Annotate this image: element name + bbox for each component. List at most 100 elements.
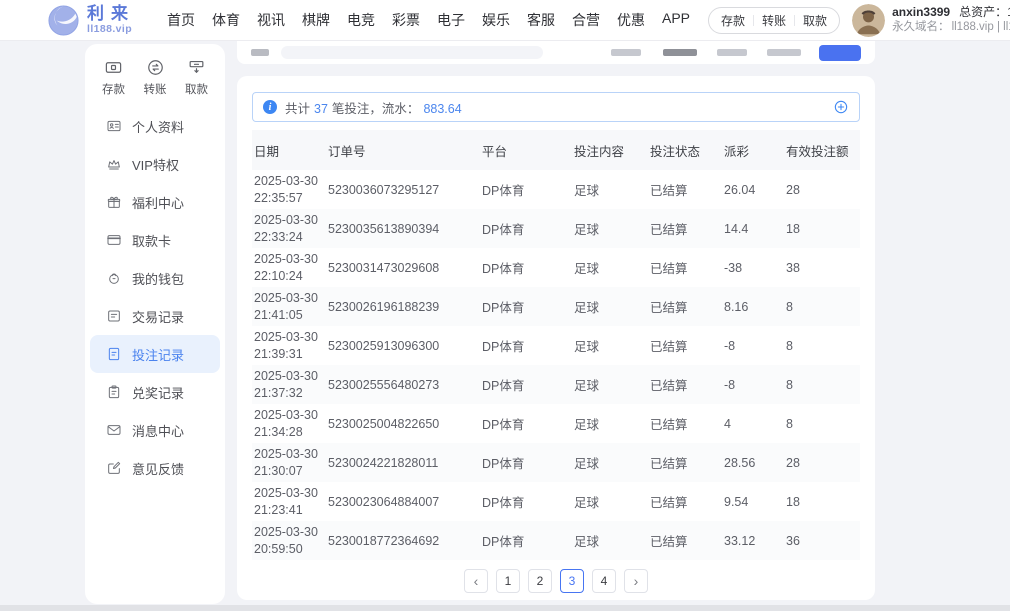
- shortcut-label: 取款: [185, 81, 208, 97]
- filter-option-cutoff[interactable]: [611, 49, 641, 56]
- wallet-pill-item[interactable]: 取款: [803, 12, 827, 29]
- cell-date: 2025-03-3022:10:24: [252, 248, 326, 287]
- cell-platform: DP体育: [480, 404, 572, 443]
- bet-time: 21:39:31: [254, 346, 322, 363]
- cell-date: 2025-03-3021:41:05: [252, 287, 326, 326]
- pagination-page[interactable]: 2: [528, 569, 552, 593]
- cell-platform: DP体育: [480, 170, 572, 209]
- sidebar-item-label: 消息中心: [132, 421, 184, 440]
- pagination-prev[interactable]: ‹: [464, 569, 488, 593]
- sidebar-menu: 个人资料 VIP特权福利中心取款卡我的钱包交易记录投注记录兑奖记录消息中心意见反馈: [85, 107, 225, 487]
- cell-date: 2025-03-3020:59:50: [252, 521, 326, 560]
- bet-date: 2025-03-30: [254, 173, 322, 190]
- cell-platform: DP体育: [480, 209, 572, 248]
- expand-circle-plus-icon[interactable]: [833, 99, 849, 115]
- cell-valid-bet-amount: 8: [784, 287, 860, 326]
- nav-item[interactable]: 电子: [437, 6, 465, 34]
- pagination-page[interactable]: 1: [496, 569, 520, 593]
- sidebar-item-bet-records[interactable]: 投注记录: [90, 335, 220, 373]
- bet-date: 2025-03-30: [254, 524, 322, 541]
- summary-prefix: 共计: [285, 102, 310, 116]
- cell-bet-status: 已结算: [648, 209, 722, 248]
- summary-text: 共计37笔投注，流水：883.64: [285, 98, 466, 117]
- cell-bet-status: 已结算: [648, 443, 722, 482]
- sidebar-item-bankcard[interactable]: 取款卡: [90, 221, 220, 259]
- bet-records-panel: i 共计37笔投注，流水：883.64 日期订单号平台投注内容投注状态派彩有效投…: [237, 76, 875, 600]
- info-icon: i: [263, 100, 277, 114]
- filter-option-cutoff[interactable]: [717, 49, 747, 56]
- cell-platform: DP体育: [480, 287, 572, 326]
- filter-option-cutoff[interactable]: [767, 49, 801, 56]
- table-row: 2025-03-3022:35:575230036073295127DP体育足球…: [252, 170, 860, 209]
- cell-order-number: 5230023064884007: [326, 482, 480, 521]
- nav-item[interactable]: 体育: [212, 6, 240, 34]
- sidebar-item-vip[interactable]: VIP特权: [90, 145, 220, 183]
- table-row: 2025-03-3021:39:315230025913096300DP体育足球…: [252, 326, 860, 365]
- nav-item[interactable]: 合营: [572, 6, 600, 34]
- wallet-pill-item[interactable]: 转账: [762, 12, 786, 29]
- sidebar-item-redeem[interactable]: 兑奖记录: [90, 373, 220, 411]
- sidebar-item-profile[interactable]: 个人资料: [90, 107, 220, 145]
- filter-option-cutoff[interactable]: [663, 49, 697, 56]
- transfer-icon: [146, 58, 165, 77]
- sidebar-item-feedback[interactable]: 意见反馈: [90, 449, 220, 487]
- nav-item[interactable]: 彩票: [392, 6, 420, 34]
- sidebar-item-wallet[interactable]: 我的钱包: [90, 259, 220, 297]
- pagination-next[interactable]: ›: [624, 569, 648, 593]
- brand-domain: ll188.vip: [87, 24, 135, 35]
- sidebar-item-label: 福利中心: [132, 193, 184, 212]
- brand-logo-icon: [48, 5, 79, 36]
- filter-input[interactable]: [281, 46, 543, 59]
- sidebar-item-message[interactable]: 消息中心: [90, 411, 220, 449]
- cell-bet-status: 已结算: [648, 482, 722, 521]
- assets-label: 总资产：: [959, 5, 1007, 19]
- cell-bet-status: 已结算: [648, 326, 722, 365]
- table-row: 2025-03-3021:23:415230023064884007DP体育足球…: [252, 482, 860, 521]
- sidebar-shortcut-deposit[interactable]: 存款: [102, 58, 125, 97]
- filter-submit-button[interactable]: [819, 45, 861, 61]
- nav-item[interactable]: 客服: [527, 6, 555, 34]
- wallet-pill-item[interactable]: 存款: [721, 12, 745, 29]
- nav-item[interactable]: 电竞: [347, 6, 375, 34]
- table-row: 2025-03-3022:33:245230035613890394DP体育足球…: [252, 209, 860, 248]
- nav-item[interactable]: 优惠: [617, 6, 645, 34]
- cell-valid-bet-amount: 8: [784, 326, 860, 365]
- column-header: 平台: [480, 130, 572, 170]
- pagination-page-active[interactable]: 3: [560, 569, 584, 593]
- cell-payout: 33.12: [722, 521, 784, 560]
- sidebar-item-welfare[interactable]: 福利中心: [90, 183, 220, 221]
- sidebar-shortcuts: 存款转账取款: [85, 58, 225, 97]
- user-block[interactable]: anxin3399 总资产：1363.49元 永久域名： ll188.vip |…: [852, 4, 1010, 37]
- nav-item[interactable]: APP: [662, 6, 690, 34]
- cell-order-number: 5230025004822650: [326, 404, 480, 443]
- sidebar-shortcut-withdraw[interactable]: 取款: [185, 58, 208, 97]
- cell-order-number: 5230018772364692: [326, 521, 480, 560]
- bet-date: 2025-03-30: [254, 446, 322, 463]
- cell-payout: 9.54: [722, 482, 784, 521]
- cell-payout: 14.4: [722, 209, 784, 248]
- column-header: 派彩: [722, 130, 784, 170]
- sidebar-item-label: 个人资料: [132, 117, 184, 136]
- cell-date: 2025-03-3021:37:32: [252, 365, 326, 404]
- brand-logo[interactable]: 利来 ll188.vip: [48, 5, 135, 36]
- wallet-icon: [106, 270, 122, 286]
- sidebar-shortcut-transfer[interactable]: 转账: [144, 58, 167, 97]
- cell-bet-content: 足球: [572, 209, 648, 248]
- filter-bar: [237, 41, 875, 64]
- nav-item[interactable]: 视讯: [257, 6, 285, 34]
- nav-item[interactable]: 首页: [167, 6, 195, 34]
- column-header: 投注内容: [572, 130, 648, 170]
- table-row: 2025-03-3020:59:505230018772364692DP体育足球…: [252, 521, 860, 560]
- sidebar-item-transactions[interactable]: 交易记录: [90, 297, 220, 335]
- cell-platform: DP体育: [480, 521, 572, 560]
- avatar[interactable]: [852, 4, 885, 37]
- nav-item[interactable]: 娱乐: [482, 6, 510, 34]
- cell-date: 2025-03-3021:30:07: [252, 443, 326, 482]
- table-body: 2025-03-3022:35:575230036073295127DP体育足球…: [252, 170, 860, 560]
- cell-valid-bet-amount: 28: [784, 170, 860, 209]
- cell-valid-bet-amount: 28: [784, 443, 860, 482]
- pagination-page[interactable]: 4: [592, 569, 616, 593]
- summary-bar: i 共计37笔投注，流水：883.64: [252, 92, 860, 122]
- nav-item[interactable]: 棋牌: [302, 6, 330, 34]
- cell-bet-status: 已结算: [648, 521, 722, 560]
